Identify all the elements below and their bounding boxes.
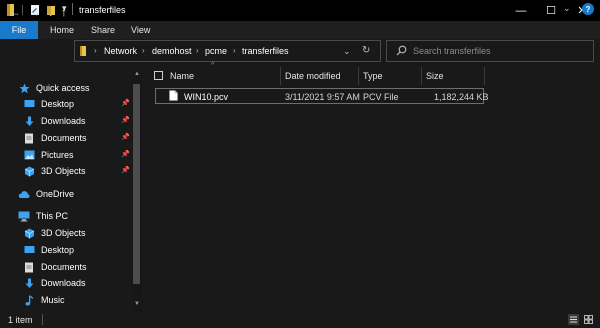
nav-label: OneDrive <box>36 189 75 199</box>
nav-label: 3D Objects <box>41 228 86 238</box>
nav-pc-desktop[interactable]: Desktop <box>23 242 74 258</box>
breadcrumb-pcme[interactable]: pcme <box>205 46 227 56</box>
breadcrumb-separator[interactable]: › <box>142 46 145 55</box>
large-icons-view-icon[interactable] <box>583 314 594 325</box>
file-date-modified: 3/11/2021 9:57 AM <box>285 92 360 102</box>
tab-file[interactable]: File <box>0 21 38 39</box>
maximize-button[interactable]: ☐ <box>536 0 566 21</box>
column-divider[interactable] <box>358 67 359 85</box>
tab-view[interactable]: View <box>131 21 150 39</box>
minimize-button[interactable]: — <box>506 0 536 21</box>
nav-label: Pictures <box>41 150 74 160</box>
nav-label: Downloads <box>41 116 86 126</box>
breadcrumb-network[interactable]: Network <box>104 46 137 56</box>
nav-qa-3d-objects[interactable]: 3D Objects <box>23 163 86 179</box>
nav-label: Documents <box>41 133 87 143</box>
pictures-icon <box>23 149 35 161</box>
status-bar <box>0 312 600 328</box>
title-divider <box>72 3 73 15</box>
column-divider[interactable] <box>280 67 281 85</box>
breadcrumb-transferfiles[interactable]: transferfiles <box>242 46 289 56</box>
refresh-icon[interactable]: ↻ <box>362 45 370 56</box>
downloads-icon <box>23 115 35 127</box>
pin-icon: 📌 <box>121 134 130 141</box>
breadcrumb-separator[interactable]: › <box>233 46 236 55</box>
nav-pc-3d-objects[interactable]: 3D Objects <box>23 225 86 241</box>
nav-label: Downloads <box>41 278 86 288</box>
nav-pc-downloads[interactable]: Downloads <box>23 275 86 291</box>
breadcrumb-separator[interactable]: › <box>196 46 199 55</box>
address-dropdown-icon[interactable]: ⌄ <box>343 46 351 57</box>
qa-separator <box>22 5 23 15</box>
scroll-down-icon[interactable]: ▼ <box>134 301 140 307</box>
search-input[interactable]: Search transferfiles <box>413 46 491 56</box>
breadcrumb-demohost[interactable]: demohost <box>152 46 192 56</box>
status-divider <box>42 314 43 325</box>
tab-share[interactable]: Share <box>91 21 115 39</box>
3d-objects-icon <box>23 165 35 177</box>
nav-label: Documents <box>41 262 87 272</box>
item-count: 1 item <box>8 315 33 325</box>
nav-label: Desktop <box>41 99 75 109</box>
column-header-date-modified[interactable]: Date modified <box>285 71 341 81</box>
nav-pc-music[interactable]: Music <box>23 292 65 308</box>
select-all-checkbox[interactable] <box>154 71 163 80</box>
search-icon <box>396 45 407 56</box>
window-title: transferfiles <box>79 5 126 15</box>
nav-label: 3D Objects <box>41 166 86 176</box>
nav-qa-documents[interactable]: Documents <box>23 130 87 146</box>
file-type: PCV File <box>363 92 399 102</box>
file-icon <box>169 90 178 101</box>
breadcrumb-separator: › <box>94 46 97 55</box>
star-icon <box>18 82 30 94</box>
file-size: 1,182,244 KB <box>434 92 489 102</box>
computer-icon <box>18 210 30 222</box>
3d-objects-icon <box>23 227 35 239</box>
nav-label: Music <box>41 295 65 305</box>
tab-home[interactable]: Home <box>50 21 74 39</box>
pin-icon: 📌 <box>121 151 130 158</box>
cloud-icon <box>18 188 30 200</box>
nav-pc-documents[interactable]: Documents <box>23 259 87 275</box>
scroll-up-icon[interactable]: ▲ <box>134 71 140 77</box>
music-icon <box>23 294 35 306</box>
pin-icon: 📌 <box>121 167 130 174</box>
details-view-icon[interactable] <box>568 314 579 325</box>
ribbon-tabs: File Home Share View <box>0 21 600 39</box>
column-divider[interactable] <box>484 67 485 85</box>
back-button[interactable]: ← <box>9 5 21 19</box>
pin-icon: 📌 <box>121 100 130 107</box>
sort-indicator-icon: ^ <box>211 62 215 69</box>
desktop-icon <box>23 244 35 256</box>
nav-label: This PC <box>36 211 69 221</box>
recent-locations-button[interactable]: ⌄ <box>47 8 55 19</box>
desktop-icon <box>23 98 35 110</box>
up-button[interactable]: ↑ <box>61 5 67 19</box>
nav-label: Quick access <box>36 83 90 93</box>
nav-quick-access[interactable]: Quick access <box>18 80 90 96</box>
nav-qa-desktop[interactable]: Desktop <box>23 96 74 112</box>
nav-qa-pictures[interactable]: Pictures <box>23 147 74 163</box>
folder-icon <box>80 46 86 56</box>
nav-label: Desktop <box>41 245 75 255</box>
help-icon[interactable]: ? <box>582 3 594 15</box>
downloads-icon <box>23 277 35 289</box>
documents-icon <box>23 261 35 273</box>
nav-this-pc[interactable]: This PC <box>18 208 68 224</box>
file-name[interactable]: WIN10.pcv <box>184 92 228 102</box>
nav-qa-downloads[interactable]: Downloads <box>23 113 86 129</box>
column-divider[interactable] <box>421 67 422 85</box>
pin-icon: 📌 <box>121 117 130 124</box>
forward-button[interactable]: → <box>29 5 41 19</box>
documents-icon <box>23 132 35 144</box>
expand-ribbon-chevron-icon[interactable]: ⌄ <box>563 3 571 14</box>
column-header-type[interactable]: Type <box>363 71 383 81</box>
nav-pane-scrollbar-thumb[interactable] <box>133 84 140 284</box>
column-header-name[interactable]: Name <box>170 71 194 81</box>
column-header-size[interactable]: Size <box>426 71 444 81</box>
nav-onedrive[interactable]: OneDrive <box>18 186 74 202</box>
